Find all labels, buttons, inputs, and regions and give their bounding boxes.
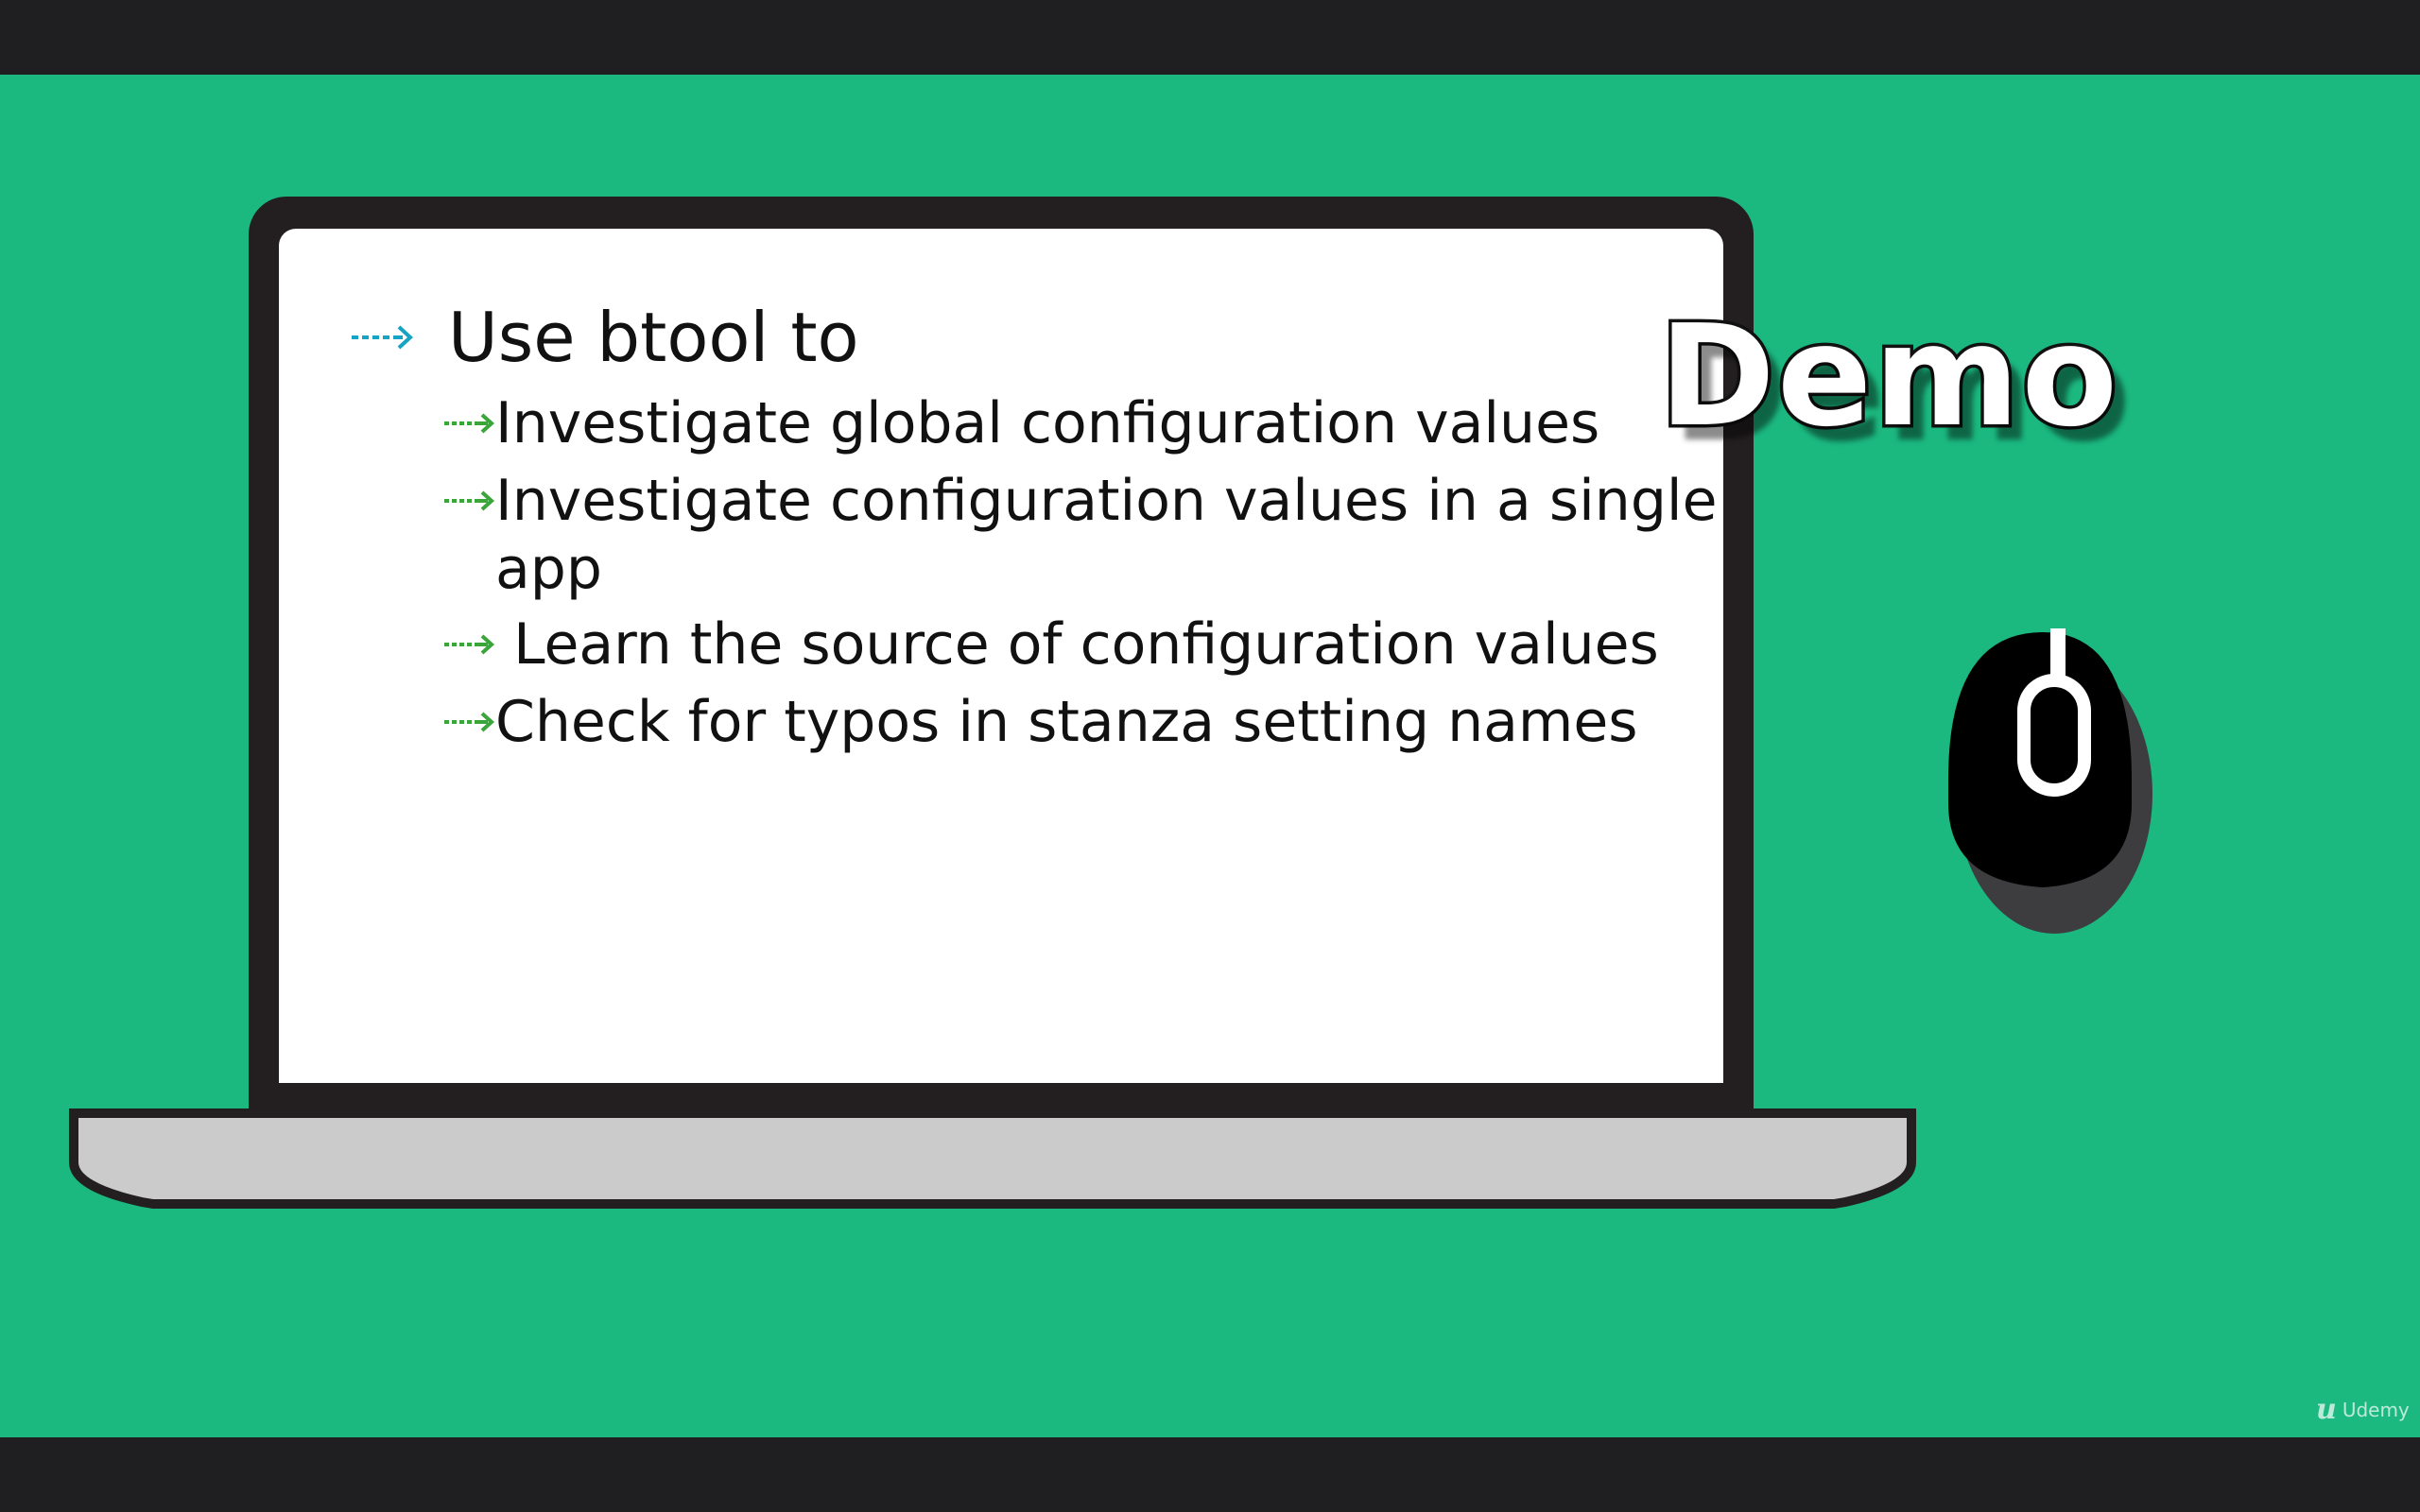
- sub-bullet-text: Check for typos in stanza setting names: [495, 689, 1638, 755]
- letterbox-bottom: [0, 1437, 2420, 1512]
- udemy-watermark: u Udemy: [2316, 1393, 2410, 1426]
- dotted-arrow-icon: [444, 634, 494, 655]
- sub-bullet: Learn the source of configuration values: [444, 610, 1724, 679]
- main-bullet: Use btool to: [352, 298, 859, 377]
- letterbox-top: [0, 0, 2420, 75]
- sub-bullet-text: Investigate configuration values in a si…: [495, 468, 1718, 602]
- watermark-brand: Udemy: [2342, 1398, 2410, 1421]
- sub-bullet-text: Learn the source of configuration values: [495, 611, 1659, 678]
- video-frame: Use btool to Investigate global configur…: [0, 0, 2420, 1512]
- sub-bullet: Check for typos in stanza setting names: [444, 688, 1724, 756]
- dotted-arrow-icon: [352, 325, 413, 350]
- main-bullet-text: Use btool to: [448, 298, 859, 377]
- dotted-arrow-icon: [444, 712, 494, 732]
- dotted-arrow-icon: [444, 413, 494, 434]
- mouse-icon: [1948, 628, 2152, 934]
- udemy-logo-icon: u: [2316, 1393, 2337, 1426]
- sub-bullet: Investigate global configuration values: [444, 389, 1724, 457]
- sub-bullet-text: Investigate global configuration values: [495, 390, 1600, 456]
- demo-label: Demo: [1655, 292, 2120, 461]
- sub-bullet: Investigate configuration values in a si…: [444, 467, 1724, 603]
- laptop-base: [69, 1108, 1916, 1209]
- dotted-arrow-icon: [444, 490, 494, 511]
